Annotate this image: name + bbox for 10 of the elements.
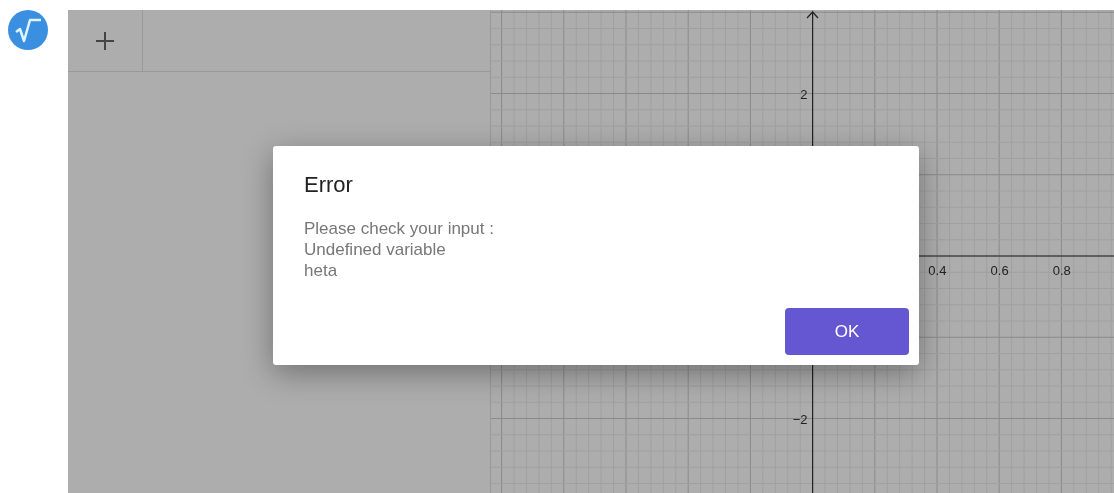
axis-label: 0.8 (1052, 263, 1071, 278)
axis-label: 2 (800, 86, 808, 102)
axis-label: 0.6 (990, 263, 1009, 278)
dialog-title: Error (304, 172, 354, 198)
app-logo-icon[interactable] (8, 10, 48, 50)
add-icon (96, 31, 114, 50)
error-message: Please check your input : Undefined variable heta (304, 218, 494, 281)
axis-label: −2 (792, 411, 808, 427)
ok-button[interactable]: OK (785, 308, 909, 355)
axis-label: 0.4 (928, 263, 947, 278)
